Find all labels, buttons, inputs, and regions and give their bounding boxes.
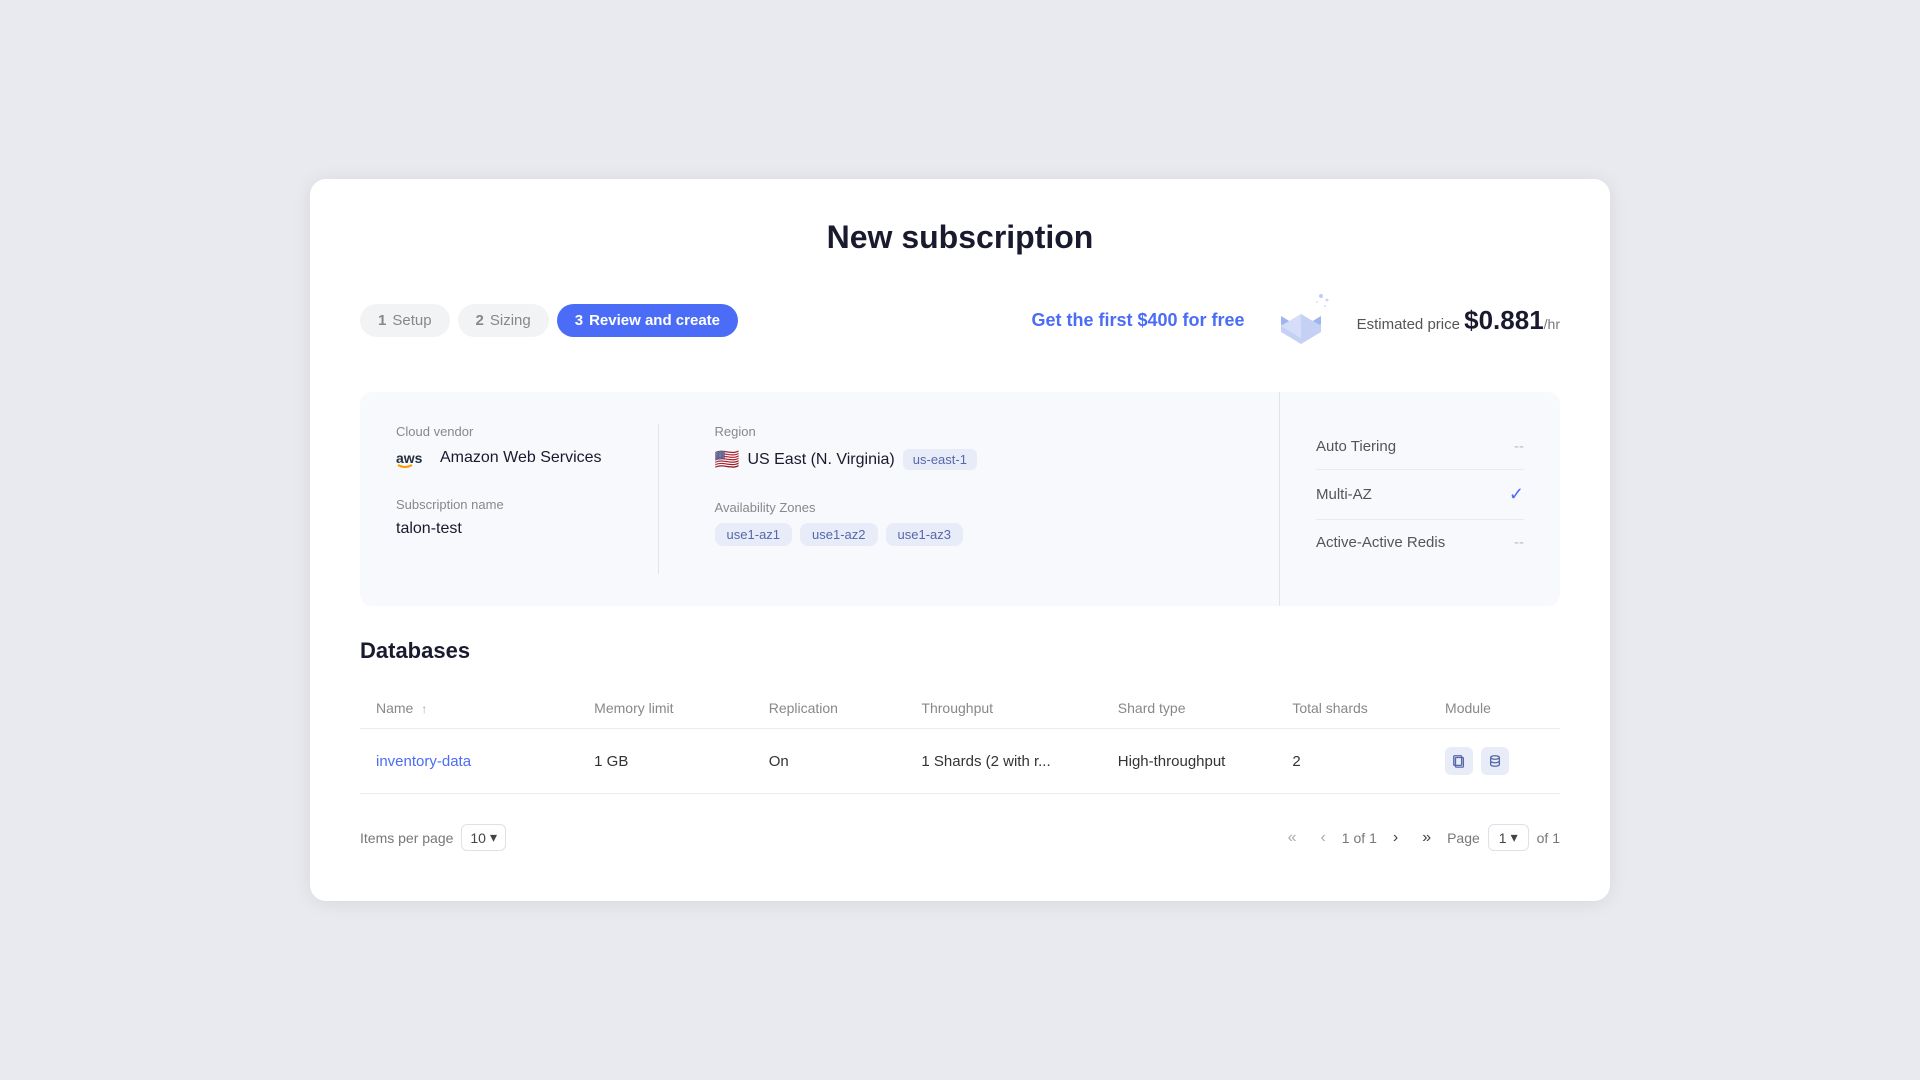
summary-right: Auto Tiering -- Multi-AZ ✓ Active-Active… (1280, 392, 1560, 606)
db-name-link[interactable]: inventory-data (376, 753, 471, 770)
step-2-sizing[interactable]: 2 Sizing (458, 304, 549, 337)
databases-title: Databases (360, 638, 1560, 664)
cloud-vendor-group: Cloud vendor aws Amazon Web Services (396, 424, 602, 469)
auto-tiering-label: Auto Tiering (1316, 438, 1396, 455)
region-label: Region (715, 424, 977, 439)
multi-az-item: Multi-AZ ✓ (1316, 470, 1524, 520)
region-code-badge: us-east-1 (903, 449, 977, 470)
step-3-number: 3 (575, 312, 583, 329)
db-total-shards-cell: 2 (1276, 729, 1429, 794)
pagination-bar: Items per page 10 ▾ « ‹ 1 of 1 › » Page (360, 814, 1560, 851)
free-offer-text: Get the first $400 for free (1031, 310, 1244, 331)
subscription-name-value: talon-test (396, 520, 602, 538)
auto-tiering-value: -- (1514, 438, 1524, 455)
step-2-number: 2 (476, 312, 484, 329)
subscription-name-group: Subscription name talon-test (396, 497, 602, 538)
table-header-row: Name ↑ Memory limit Replication Throughp… (360, 688, 1560, 729)
chevron-down-icon: ▾ (490, 829, 497, 846)
az-group: Availability Zones use1-az1 use1-az2 use… (715, 500, 977, 546)
page-select[interactable]: 1 ▾ (1488, 824, 1529, 851)
svg-text:aws: aws (396, 450, 423, 466)
free-amount: $400 (1138, 310, 1178, 330)
col-header-memory: Memory limit (578, 688, 753, 729)
estimated-label: Estimated price (1357, 316, 1460, 333)
us-flag-icon: 🇺🇸 (715, 447, 740, 472)
main-card: New subscription 1 Setup 2 Sizing 3 Revi… (310, 179, 1610, 901)
auto-tiering-item: Auto Tiering -- (1316, 424, 1524, 470)
per-page-select[interactable]: 10 ▾ (461, 824, 506, 851)
az-badge-1: use1-az1 (715, 523, 792, 546)
region-name: US East (N. Virginia) (747, 451, 894, 469)
db-module-cell (1429, 729, 1560, 794)
right-info: Get the first $400 for free (1031, 288, 1560, 352)
pagination-controls: « ‹ 1 of 1 › » Page 1 ▾ of 1 (1280, 824, 1560, 851)
per-hr: /hr (1544, 316, 1560, 332)
databases-section: Databases Name ↑ Memory limit Replicatio… (360, 638, 1560, 851)
module-copy-icon (1445, 747, 1473, 775)
aws-logo-icon: aws (396, 447, 432, 469)
subscription-name-label: Subscription name (396, 497, 602, 512)
db-replication-cell: On (753, 729, 906, 794)
active-active-value: -- (1514, 534, 1524, 551)
module-database-icon (1481, 747, 1509, 775)
db-name-cell: inventory-data (360, 729, 578, 794)
step-1-setup[interactable]: 1 Setup (360, 304, 450, 337)
sort-icon[interactable]: ↑ (421, 702, 427, 716)
region-value: 🇺🇸 US East (N. Virginia) us-east-1 (715, 447, 977, 472)
az-badge-3: use1-az3 (886, 523, 963, 546)
of-total-label: of 1 (1537, 830, 1560, 846)
col-header-name: Name ↑ (360, 688, 578, 729)
col-header-total-shards: Total shards (1276, 688, 1429, 729)
next-page-button[interactable]: › (1385, 825, 1406, 851)
summary-card: Cloud vendor aws Amazon Web Services Sub… (360, 392, 1560, 606)
db-shard-type-cell: High-throughput (1102, 729, 1277, 794)
multi-az-check-icon: ✓ (1509, 484, 1524, 505)
multi-az-label: Multi-AZ (1316, 486, 1372, 503)
col-header-shard-type: Shard type (1102, 688, 1277, 729)
page-label: Page (1447, 830, 1480, 846)
az-label: Availability Zones (715, 500, 977, 515)
db-throughput-cell: 1 Shards (2 with r... (905, 729, 1101, 794)
steps-nav: 1 Setup 2 Sizing 3 Review and create (360, 304, 738, 337)
table-row: inventory-data 1 GB On 1 Shards (2 with … (360, 729, 1560, 794)
col-header-throughput: Throughput (905, 688, 1101, 729)
step-1-label: Setup (392, 312, 431, 329)
cloud-vendor-value: aws Amazon Web Services (396, 447, 602, 469)
active-active-label: Active-Active Redis (1316, 534, 1445, 551)
cloud-vendor-name: Amazon Web Services (440, 449, 602, 467)
cloud-vendor-label: Cloud vendor (396, 424, 602, 439)
items-per-page: Items per page 10 ▾ (360, 824, 506, 851)
col-header-module: Module (1429, 688, 1560, 729)
step-3-review[interactable]: 3 Review and create (557, 304, 738, 337)
module-icons (1445, 747, 1544, 775)
az-badge-2: use1-az2 (800, 523, 877, 546)
page-select-chevron-icon: ▾ (1511, 829, 1518, 846)
db-memory-cell: 1 GB (578, 729, 753, 794)
col-header-replication: Replication (753, 688, 906, 729)
top-bar: 1 Setup 2 Sizing 3 Review and create Get… (360, 288, 1560, 352)
last-page-button[interactable]: » (1414, 825, 1439, 851)
page-title: New subscription (360, 219, 1560, 256)
summary-left: Cloud vendor aws Amazon Web Services Sub… (360, 392, 1279, 606)
cube-icon (1269, 288, 1333, 352)
estimated-value: $0.881 (1464, 305, 1544, 335)
step-1-number: 1 (378, 312, 386, 329)
databases-table: Name ↑ Memory limit Replication Throughp… (360, 688, 1560, 794)
step-3-label: Review and create (589, 312, 720, 329)
az-badges: use1-az1 use1-az2 use1-az3 (715, 523, 977, 546)
page-info: 1 of 1 (1342, 830, 1377, 846)
step-2-label: Sizing (490, 312, 531, 329)
region-group: Region 🇺🇸 US East (N. Virginia) us-east-… (715, 424, 977, 472)
active-active-item: Active-Active Redis -- (1316, 520, 1524, 565)
prev-page-button[interactable]: ‹ (1312, 825, 1333, 851)
first-page-button[interactable]: « (1280, 825, 1305, 851)
estimated-price: Estimated price $0.881/hr (1357, 305, 1560, 336)
items-per-page-label: Items per page (360, 830, 453, 846)
